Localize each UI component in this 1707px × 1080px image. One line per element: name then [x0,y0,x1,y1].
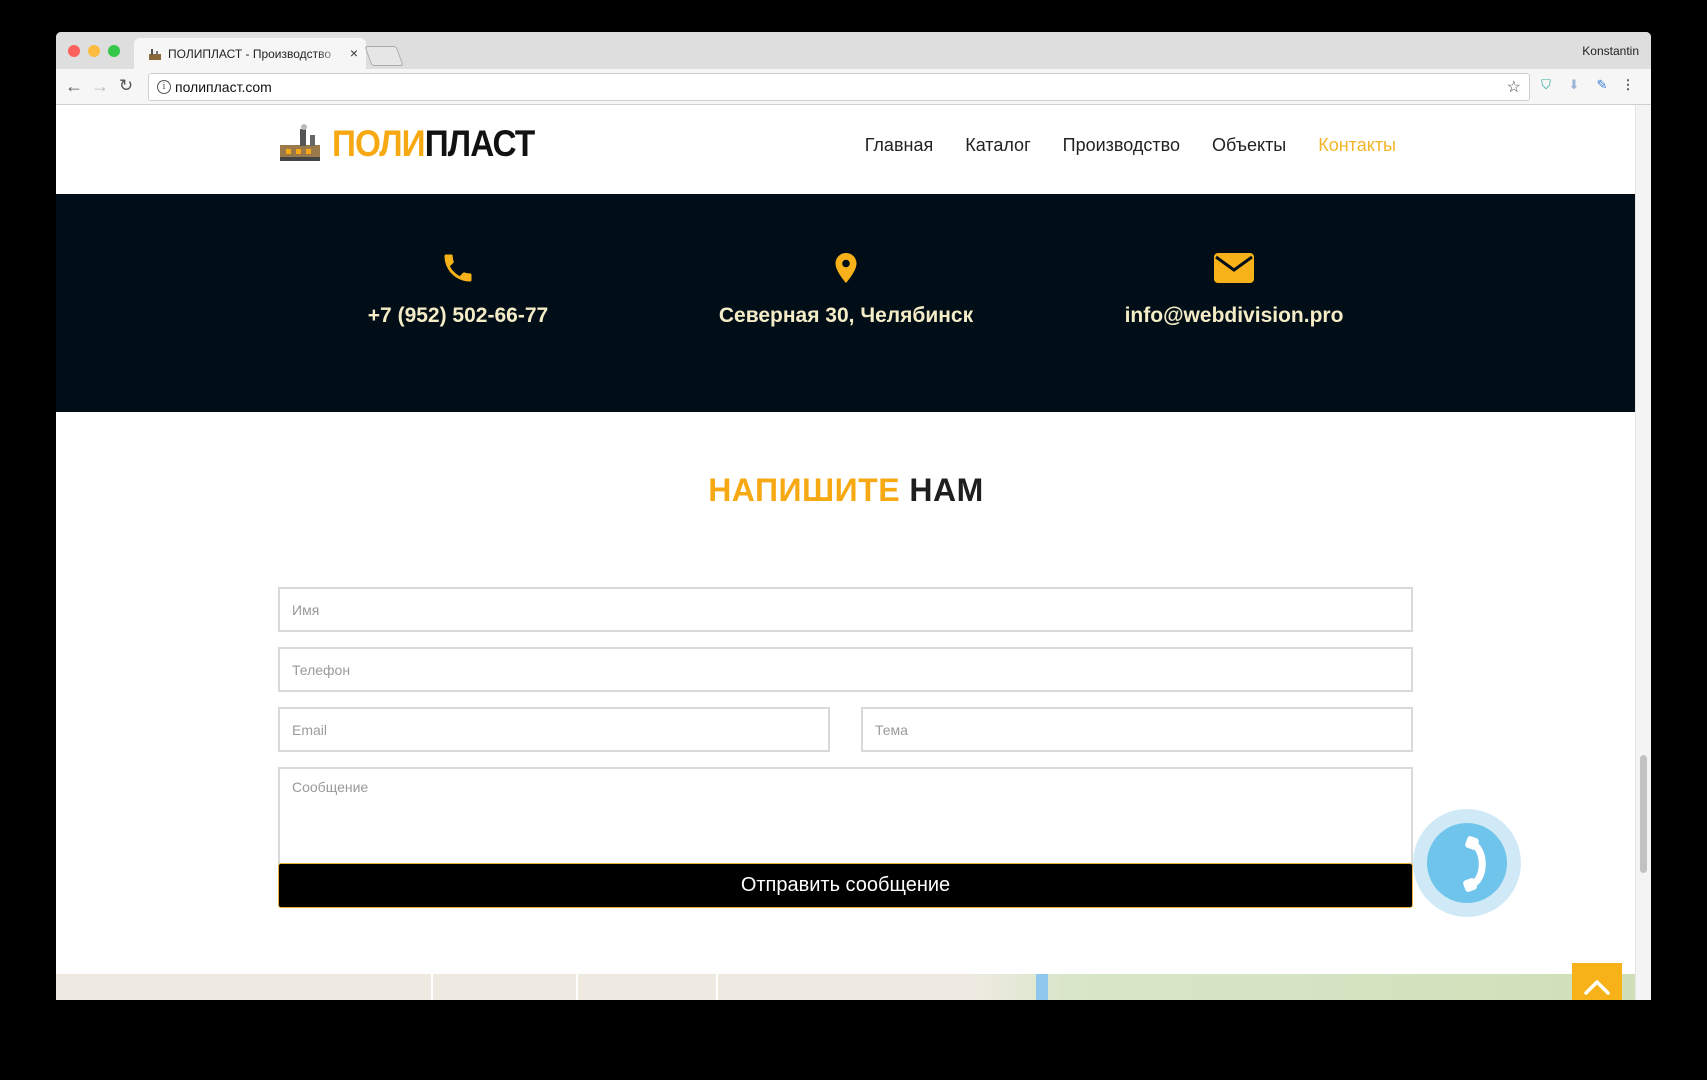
logo-text-part1: ПОЛИ [332,123,426,164]
nav-link-contacts[interactable]: Контакты [1318,135,1396,156]
page-viewport: ПОЛИПЛАСТ Главная Каталог Производство О… [56,105,1636,1000]
nav-link-home[interactable]: Главная [865,135,934,156]
form-title-part1: НАПИШИТЕ [708,472,901,508]
pen-extension-icon[interactable]: ✎ [1594,77,1610,93]
map-road [576,974,578,1000]
new-tab-button[interactable] [364,46,404,66]
map-water [1036,974,1048,1000]
browser-tab[interactable]: ПОЛИПЛАСТ - Производство × [134,38,366,69]
chevron-up-icon [1584,980,1610,995]
profile-name[interactable]: Konstantin [1582,44,1639,58]
form-title: НАПИШИТЕ НАМ [56,472,1636,509]
contact-info-band: +7 (952) 502-66-77 Северная 30, Челябинс… [56,194,1636,412]
browser-toolbar: ← → ↻ i полипласт.com ☆ ⛉ ⬇ ✎ ⋮ [56,69,1651,105]
map-road [431,974,433,1000]
contact-address-text: Северная 30, Челябинск [718,304,974,327]
scroll-to-top-button[interactable] [1572,963,1622,1000]
submit-message-button[interactable]: Отправить сообщение [278,863,1413,908]
info-icon[interactable]: i [157,80,171,94]
forward-arrow-icon[interactable]: → [90,76,110,96]
shield-extension-icon[interactable]: ⛉ [1538,77,1554,93]
contact-email-text[interactable]: info@webdivision.pro [1084,304,1384,328]
nav-link-objects[interactable]: Объекты [1212,135,1286,156]
maximize-window-button[interactable] [108,45,120,57]
main-nav: Главная Каталог Производство Объекты Кон… [865,135,1396,156]
callback-widget-button[interactable] [1413,809,1521,917]
browser-menu-icon[interactable]: ⋮ [1620,77,1636,93]
minimize-window-button[interactable] [88,45,100,57]
nav-link-production[interactable]: Производство [1063,135,1180,156]
logo-text: ПОЛИПЛАСТ [332,123,535,165]
browser-window: ПОЛИПЛАСТ - Производство × Konstantin ← … [56,32,1651,1000]
name-field[interactable] [278,587,1413,632]
url-text[interactable]: полипласт.com [175,79,272,95]
contact-phone-text[interactable]: +7 (952) 502-66-77 [308,304,608,328]
back-arrow-icon[interactable]: ← [64,76,84,96]
scrollbar-thumb[interactable] [1640,755,1647,873]
contact-phone: +7 (952) 502-66-77 [308,250,608,328]
address-bar[interactable]: i полипласт.com ☆ [148,73,1530,101]
phone-field[interactable] [278,647,1413,692]
download-extension-icon[interactable]: ⬇ [1566,77,1582,93]
map-preview[interactable] [56,974,1636,1000]
close-window-button[interactable] [68,45,80,57]
contact-email: info@webdivision.pro [1084,250,1384,328]
map-road [716,974,718,1000]
email-field[interactable] [278,707,830,752]
map-pin-icon [835,253,857,283]
tab-title: ПОЛИПЛАСТ - Производство [168,47,332,61]
nav-link-catalog[interactable]: Каталог [965,135,1030,156]
callback-widget-inner [1427,823,1507,903]
contact-address: Северная 30, Челябинск [696,250,996,328]
factory-logo-icon [280,124,320,161]
tab-bar: ПОЛИПЛАСТ - Производство × Konstantin [56,32,1651,69]
factory-favicon-icon [149,49,161,60]
phone-handset-icon [1463,836,1486,892]
phone-icon [444,254,472,282]
form-title-part2: НАМ [909,472,984,508]
tab-close-icon[interactable]: × [350,45,358,61]
subject-field[interactable] [861,707,1413,752]
site-header: ПОЛИПЛАСТ Главная Каталог Производство О… [56,105,1636,194]
reload-icon[interactable]: ↻ [116,76,136,96]
logo-text-part2: ПЛАСТ [424,123,535,164]
bookmark-star-icon[interactable]: ☆ [1507,77,1521,97]
page-scrollbar[interactable] [1635,105,1651,1000]
envelope-icon [1214,253,1254,283]
